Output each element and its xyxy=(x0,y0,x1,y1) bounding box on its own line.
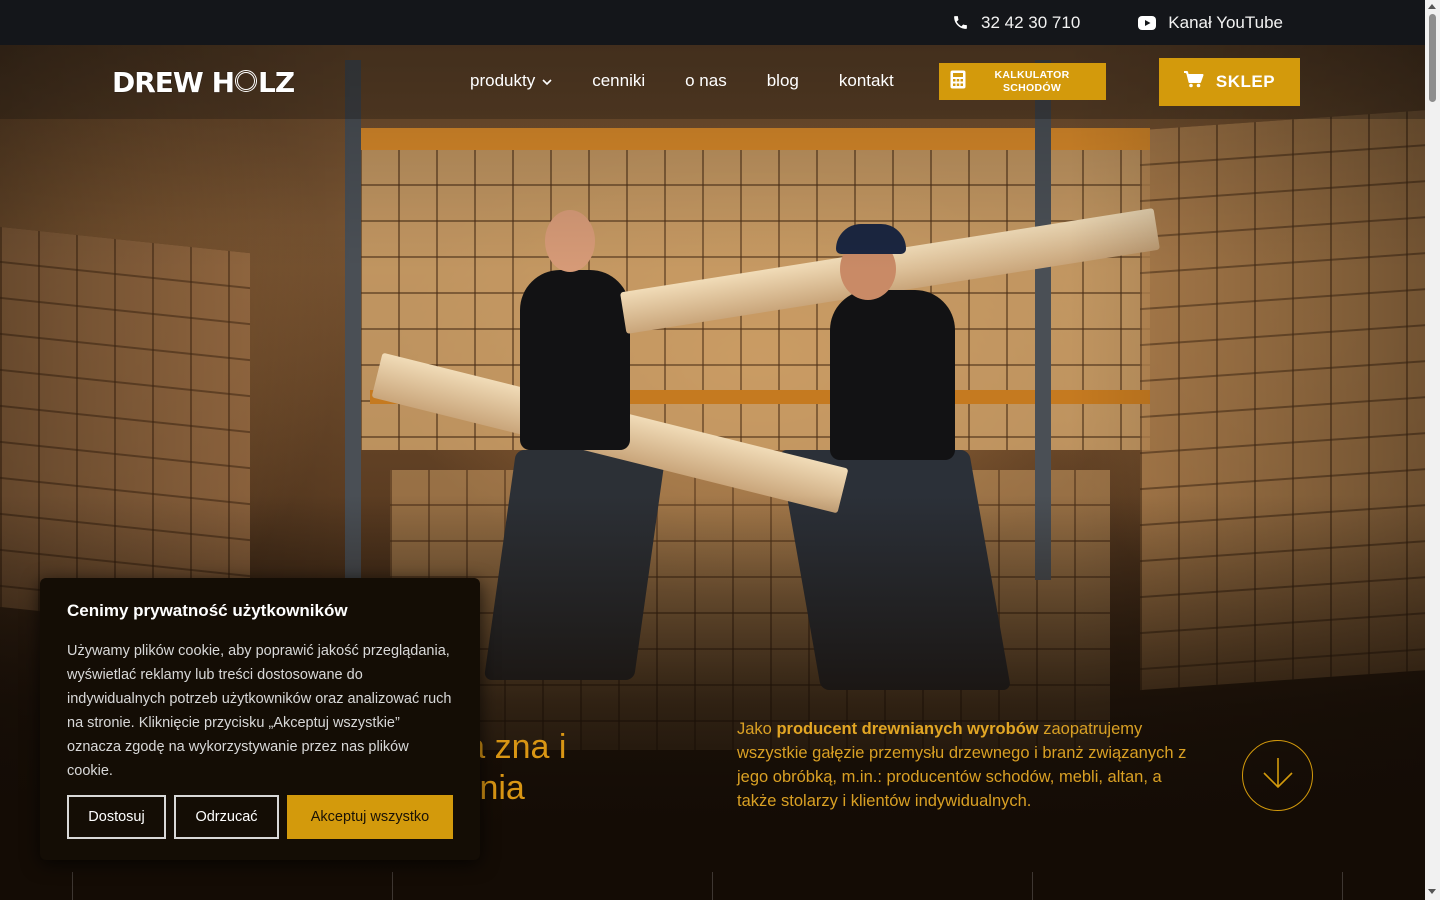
calculator-label-line2: SCHODÓW xyxy=(1002,81,1062,94)
phone-number: 32 42 30 710 xyxy=(981,12,1081,32)
stairs-calculator-button[interactable]: KALKULATOR SCHODÓW xyxy=(939,63,1106,100)
calculator-label-line1: KALKULATOR xyxy=(994,68,1070,81)
chevron-down-icon xyxy=(542,71,552,91)
column-divider xyxy=(1342,872,1343,900)
cookie-text: Używamy plików cookie, aby poprawić jako… xyxy=(67,643,452,779)
logo-text: DREW H xyxy=(112,65,235,99)
top-bar: 32 42 30 710 Kanał YouTube xyxy=(0,0,1425,45)
page-scrollbar[interactable] xyxy=(1425,0,1440,900)
cookie-accept-button[interactable]: Akceptuj wszystko xyxy=(287,795,453,839)
column-divider xyxy=(712,872,713,900)
logo[interactable]: DREW H LZ xyxy=(112,65,295,99)
arrow-down-icon xyxy=(1259,754,1297,797)
youtube-link[interactable]: Kanał YouTube xyxy=(1138,13,1283,33)
cookie-consent-dialog: Cenimy prywatność użytkowników Używamy p… xyxy=(40,578,480,860)
scroll-up-arrow-icon[interactable] xyxy=(1428,4,1436,9)
nav-item-o-nas[interactable]: o nas xyxy=(685,71,727,91)
nav-item-label: blog xyxy=(766,71,799,90)
cookie-title: Cenimy prywatność użytkowników xyxy=(67,601,348,620)
cookie-customize-button[interactable]: Dostosuj xyxy=(67,795,166,839)
hero-desc-prefix: Jako xyxy=(737,720,777,738)
cookie-buttons: Dostosuj Odrzucać Akceptuj wszystko xyxy=(67,795,453,839)
nav-item-label: o nas xyxy=(685,71,727,90)
logo-text: LZ xyxy=(258,65,295,99)
cart-icon xyxy=(1183,71,1204,93)
phone-icon xyxy=(952,14,969,31)
nav-links: produkty cenniki o nas blog kontakt xyxy=(470,71,894,91)
shop-button[interactable]: SKLEP xyxy=(1159,58,1300,106)
nav-item-label: produkty xyxy=(470,71,536,90)
hero-desc-highlight: producent drewnianych wyrobów xyxy=(776,720,1039,738)
youtube-label: Kanał YouTube xyxy=(1168,12,1283,32)
nav-item-blog[interactable]: blog xyxy=(767,71,799,91)
hero-description: Jako producent drewnianych wyrobów zaopa… xyxy=(737,717,1187,813)
main-nav: DREW H LZ produkty cenniki o nas blog kon… xyxy=(0,45,1425,119)
shop-label: SKLEP xyxy=(1215,72,1276,91)
scroll-down-button[interactable] xyxy=(1242,740,1313,811)
calculator-icon xyxy=(950,70,966,94)
scrollbar-thumb[interactable] xyxy=(1429,14,1436,102)
column-divider xyxy=(72,872,73,900)
nav-item-produkty[interactable]: produkty xyxy=(470,71,552,91)
nav-item-cenniki[interactable]: cenniki xyxy=(592,71,645,91)
nav-item-kontakt[interactable]: kontakt xyxy=(839,71,894,91)
calculator-label: KALKULATOR SCHODÓW xyxy=(966,69,1106,95)
column-divider xyxy=(392,872,393,900)
column-divider xyxy=(1032,872,1033,900)
scroll-down-arrow-icon[interactable] xyxy=(1428,889,1436,894)
youtube-icon xyxy=(1138,15,1157,30)
nav-item-label: kontakt xyxy=(838,71,894,90)
phone-link[interactable]: 32 42 30 710 xyxy=(952,13,1080,33)
log-ring-icon xyxy=(235,70,257,92)
cookie-reject-button[interactable]: Odrzucać xyxy=(174,795,279,839)
nav-item-label: cenniki xyxy=(592,71,646,90)
